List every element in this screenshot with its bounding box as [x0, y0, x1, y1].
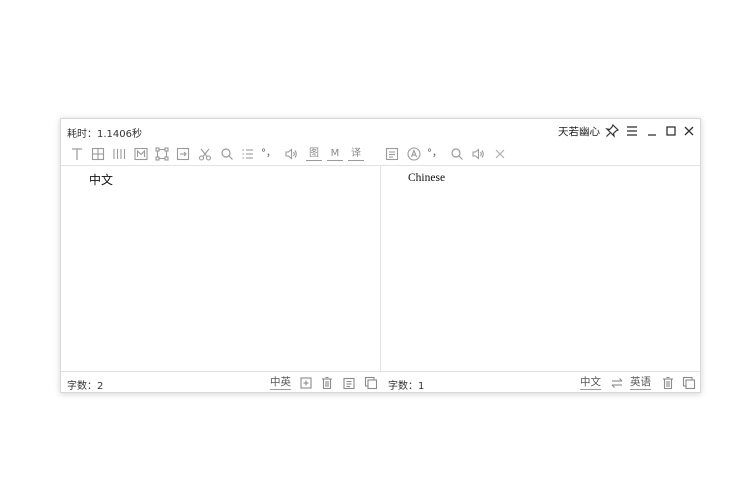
status-bar: 字数：2 中英 字数：1 中文 英语: [61, 372, 700, 394]
speak-icon[interactable]: [283, 146, 299, 162]
to-language-select[interactable]: 英语: [630, 376, 651, 390]
markdown-icon[interactable]: [133, 146, 149, 162]
import-icon[interactable]: [298, 375, 314, 391]
circle-a-icon[interactable]: [406, 146, 422, 162]
clear-icon[interactable]: [492, 146, 508, 162]
columns-icon[interactable]: [111, 146, 127, 162]
pane-divider: [380, 165, 381, 372]
table-icon[interactable]: [90, 146, 106, 162]
source-copy-icon[interactable]: [363, 375, 379, 391]
select-region-icon[interactable]: [154, 146, 170, 162]
pin-icon[interactable]: [604, 123, 620, 139]
swap-language-icon[interactable]: [609, 375, 625, 391]
text-format-icon[interactable]: [69, 146, 85, 162]
punctuation-toggle[interactable]: °，: [261, 146, 276, 162]
from-language-select[interactable]: 中文: [580, 376, 601, 390]
source-text-area[interactable]: 中文: [89, 171, 113, 188]
close-icon[interactable]: [681, 123, 697, 139]
graph-button[interactable]: 图: [306, 146, 322, 161]
target-text-area[interactable]: Chinese: [408, 172, 445, 184]
m-button[interactable]: M: [327, 146, 343, 161]
source-char-count: 字数：2: [67, 381, 104, 392]
target-delete-icon[interactable]: [660, 375, 676, 391]
right-speak-icon[interactable]: [470, 146, 486, 162]
merge-icon[interactable]: [175, 146, 191, 162]
target-char-count: 字数：1: [388, 381, 425, 392]
title-bar: 耗时：1.1406秒 天若幽心: [61, 119, 700, 143]
minimize-icon[interactable]: [644, 123, 660, 139]
right-punctuation-toggle[interactable]: °，: [427, 146, 442, 162]
elapsed-time-label: 耗时：1.1406秒: [67, 129, 142, 140]
chinese-english-toggle[interactable]: 中英: [270, 376, 291, 390]
translate-button[interactable]: 译: [348, 146, 364, 161]
app-brand-label: 天若幽心: [558, 126, 600, 138]
paste-icon[interactable]: [341, 375, 357, 391]
scissors-icon[interactable]: [197, 146, 213, 162]
maximize-icon[interactable]: [663, 123, 679, 139]
list-icon[interactable]: [240, 146, 256, 162]
textbook-icon[interactable]: [384, 146, 400, 162]
menu-icon[interactable]: [624, 123, 640, 139]
translator-window: 耗时：1.1406秒 天若幽心 °， 图 M 译 °， 中文 Chinese 字…: [60, 118, 701, 393]
right-search-icon[interactable]: [449, 146, 465, 162]
source-delete-icon[interactable]: [319, 375, 335, 391]
toolbar: °， 图 M 译 °，: [61, 143, 700, 165]
target-copy-icon[interactable]: [681, 375, 697, 391]
search-icon[interactable]: [219, 146, 235, 162]
